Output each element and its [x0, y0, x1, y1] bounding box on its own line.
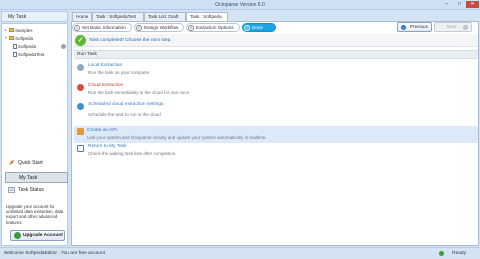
title-bar: Octoparse Version 6.0 – □ ✕	[0, 0, 480, 10]
next-label: Next	[447, 24, 457, 29]
nav-quick-start[interactable]: Quick Start	[5, 158, 68, 169]
step-number: 4	[244, 24, 250, 31]
run-task-header: Run Task	[74, 50, 478, 59]
arrow-right-icon: ›	[463, 24, 468, 30]
sidebar: ▸ Samples ▾ Softpeda Softpeda SoftpedaTest…	[1, 23, 68, 246]
arrow-left-icon: ‹	[401, 24, 406, 30]
option-description: Schedule the task to run in the cloud	[88, 112, 161, 117]
ready-icon	[439, 251, 444, 256]
option-description: Run the task on your computer	[88, 70, 150, 75]
step-label: Design Workflow	[144, 25, 179, 30]
step-number: 2	[136, 24, 142, 31]
step-label: Done	[252, 25, 263, 30]
tree-item-label: Samples	[15, 28, 33, 33]
cloud-icon	[77, 84, 84, 91]
tree-item-label: Softpeda	[18, 44, 37, 49]
upgrade-description: Upgrade your account for unlimited data …	[6, 204, 64, 225]
ready-status: Ready	[452, 251, 466, 256]
tree-item-label: Softpeda	[15, 36, 34, 41]
option-title[interactable]: Return to My Task	[88, 144, 127, 149]
option-title[interactable]: Local Extraction	[88, 63, 122, 68]
welcome-text: Welcome SoftpedaEditor , You are free ac…	[4, 251, 105, 256]
next-button[interactable]: Next ›	[434, 22, 472, 32]
step-design-workflow[interactable]: 2 Design Workflow	[134, 23, 184, 32]
computer-icon	[77, 64, 84, 71]
tab-task-softpedatest[interactable]: Task : SoftpedaTest	[92, 12, 144, 21]
step-label: Set Basic Information	[82, 25, 126, 30]
task-list-icon	[77, 145, 84, 152]
option-description: Run the task immediately in the cloud fo…	[88, 90, 190, 95]
option-title[interactable]: Scheduled cloud extraction settings	[88, 102, 163, 107]
maximize-button[interactable]: □	[454, 1, 465, 8]
upgrade-account-button[interactable]: Upgrade Account	[10, 230, 65, 241]
step-done[interactable]: 4 Done	[242, 23, 276, 32]
nav-task-status[interactable]: Task Status	[5, 185, 68, 196]
task-status-icon	[8, 187, 15, 193]
nav-label: Quick Start	[18, 160, 43, 166]
tree-item-label: SoftpedaTest	[18, 52, 45, 57]
schedule-cloud-icon	[77, 103, 84, 110]
tab-task-softpeda[interactable]: Task : Softpeda	[186, 12, 228, 21]
tree-item-softpedatest[interactable]: SoftpedaTest	[13, 51, 44, 58]
option-title[interactable]: Create an API	[87, 128, 117, 133]
document-tabs: Home Task : SoftpedaTest Task List: Draf…	[72, 12, 480, 21]
window-title: Octoparse Version 6.0	[215, 2, 265, 8]
check-icon: ✓	[75, 35, 86, 46]
option-title[interactable]: Cloud Extraction	[88, 83, 123, 88]
rocket-icon	[9, 160, 14, 165]
previous-label: Previous	[410, 24, 428, 29]
tree-item-softpeda-folder[interactable]: ▾ Softpeda	[5, 35, 33, 42]
task-file-icon	[13, 51, 17, 57]
minimize-button[interactable]: –	[441, 1, 452, 8]
tree-item-softpeda-task[interactable]: Softpeda	[13, 43, 67, 50]
tab-task-list-draft[interactable]: Task List: Draft	[144, 12, 186, 21]
option-create-api[interactable]: Create an API Link your system and Octop…	[74, 126, 478, 143]
completion-banner: ✓ Task completed! Choose the next step.	[74, 34, 478, 47]
option-description: Link your system and Octoparse closely a…	[87, 135, 267, 140]
sidebar-header: My Task	[1, 11, 68, 22]
status-bar: Welcome SoftpedaEditor , You are free ac…	[0, 247, 480, 259]
option-local-extraction[interactable]: Local Extraction Run the task on your co…	[77, 63, 467, 77]
tree-item-samples[interactable]: ▸ Samples	[5, 27, 33, 34]
option-scheduled-cloud[interactable]: Scheduled cloud extraction settings Sche…	[77, 102, 467, 117]
option-return-my-task[interactable]: Return to My Task Check the waiting task…	[77, 144, 467, 158]
nav-label: Task Status	[18, 187, 44, 193]
task-file-icon	[13, 43, 17, 49]
step-extraction-options[interactable]: 3 Extraction Options	[186, 23, 240, 32]
step-basic-info[interactable]: 1 Set Basic Information	[72, 23, 132, 32]
option-description: Check the waiting task lists after compl…	[88, 151, 177, 156]
folder-icon	[9, 28, 14, 33]
step-number: 3	[188, 24, 194, 31]
upgrade-button-label: Upgrade Account	[23, 233, 63, 238]
api-icon	[77, 128, 84, 135]
main-panel: 1 Set Basic Information 2 Design Workflo…	[71, 21, 479, 246]
tab-home[interactable]: Home	[72, 12, 92, 21]
nav-my-task[interactable]: My Task	[5, 172, 68, 183]
close-button[interactable]: ✕	[466, 1, 479, 8]
task-settings-icon[interactable]	[61, 44, 66, 49]
step-label: Extraction Options	[196, 25, 234, 30]
previous-button[interactable]: ‹ Previous	[397, 22, 432, 32]
nav-label: My Task	[19, 175, 38, 181]
upgrade-icon	[14, 232, 21, 239]
step-wizard: 1 Set Basic Information 2 Design Workflo…	[72, 22, 478, 33]
option-cloud-extraction[interactable]: Cloud Extraction Run the task immediatel…	[77, 83, 467, 97]
step-number: 1	[74, 24, 80, 31]
folder-icon	[9, 36, 14, 41]
completion-message: Task completed! Choose the next step.	[89, 38, 172, 43]
